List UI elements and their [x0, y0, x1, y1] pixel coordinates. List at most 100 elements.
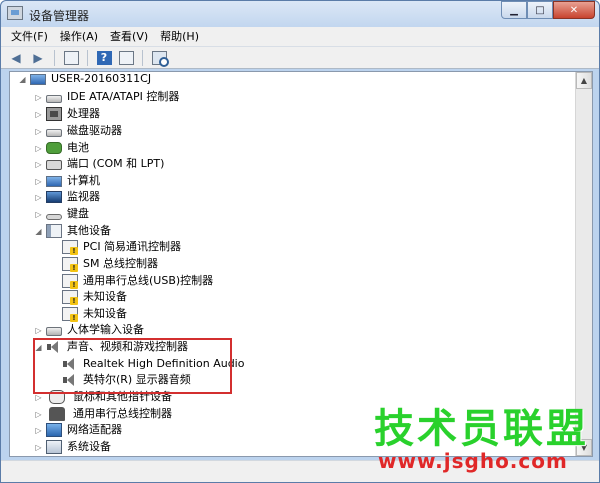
tree-node-ports[interactable]: ▷ 端口 (COM 和 LPT) — [34, 156, 164, 172]
help-button[interactable]: ? — [95, 50, 113, 66]
expander-collapsed-icon[interactable]: ▷ — [34, 326, 43, 335]
ide-controller-icon — [46, 95, 62, 103]
window-title: 设备管理器 — [29, 9, 90, 23]
tree-root-label: USER-20160311CJ — [51, 72, 152, 85]
warning-device-icon — [62, 257, 78, 272]
toolbar-separator — [54, 49, 55, 66]
watermark-title: 技术员联盟 — [374, 406, 589, 452]
tree-node-label: 网络适配器 — [67, 423, 122, 436]
toolbar: ◀ ▶ ? — [1, 47, 599, 69]
expander-collapsed-icon[interactable]: ▷ — [34, 110, 43, 119]
expander-collapsed-icon[interactable]: ▷ — [34, 193, 43, 202]
tree-node-label: IDE ATA/ATAPI 控制器 — [67, 90, 180, 103]
watermark-url: www.jsgho.com — [378, 449, 568, 473]
system-devices-icon — [46, 440, 62, 454]
console-tree-icon — [63, 50, 79, 65]
maximize-button[interactable]: □ — [527, 1, 553, 19]
expander-collapsed-icon[interactable]: ▷ — [34, 393, 43, 402]
properties-button[interactable] — [117, 50, 135, 66]
expander-collapsed-icon[interactable]: ▷ — [34, 160, 43, 169]
menu-view[interactable]: 查看(V) — [104, 27, 154, 47]
vertical-scrollbar[interactable]: ▲ ▼ — [575, 72, 592, 456]
tree-node-label: 磁盘驱动器 — [67, 124, 122, 137]
tree-node-unknown-2[interactable]: 未知设备 — [62, 306, 127, 322]
menu-file[interactable]: 文件(F) — [5, 27, 54, 47]
tree-node-other-devices[interactable]: ◢ 其他设备 — [34, 223, 111, 239]
close-button[interactable]: ✕ — [553, 1, 595, 19]
toolbar-separator — [142, 49, 143, 66]
warning-device-icon — [62, 307, 78, 322]
usb-icon — [49, 407, 65, 421]
tree-node-battery[interactable]: ▷ 电池 — [34, 140, 89, 156]
tree-node-monitor[interactable]: ▷ 监视器 — [34, 189, 100, 205]
tree-node-usb[interactable]: ▷ 通用串行总线控制器 — [34, 406, 172, 422]
expander-collapsed-icon[interactable]: ▷ — [34, 144, 43, 153]
port-icon — [46, 160, 62, 170]
tree-node-label: 监视器 — [67, 190, 100, 203]
tree-node-computer[interactable]: ▷ 计算机 — [34, 173, 100, 189]
hid-icon — [46, 327, 62, 336]
computer-icon — [30, 74, 46, 85]
expander-collapsed-icon[interactable]: ▷ — [34, 93, 43, 102]
tree-node-unknown-1[interactable]: 未知设备 — [62, 289, 127, 305]
computer-icon — [46, 176, 62, 187]
tree-node-sm-bus[interactable]: SM 总线控制器 — [62, 256, 158, 272]
menu-bar: 文件(F) 操作(A) 查看(V) 帮助(H) — [1, 27, 599, 47]
tree-node-network[interactable]: ▷ 网络适配器 — [34, 422, 122, 438]
expander-expanded-icon[interactable]: ◢ — [18, 75, 27, 84]
expander-collapsed-icon[interactable]: ▷ — [34, 426, 43, 435]
warning-device-icon — [62, 290, 78, 305]
menu-help[interactable]: 帮助(H) — [154, 27, 205, 47]
tree-root[interactable]: ◢ USER-20160311CJ — [18, 71, 151, 87]
keyboard-icon — [46, 213, 62, 220]
toolbar-separator — [87, 49, 88, 66]
tree-node-usb-controller[interactable]: 通用串行总线(USB)控制器 — [62, 273, 213, 289]
tree-node-label: 端口 (COM 和 LPT) — [67, 157, 165, 170]
disk-drive-icon — [46, 129, 62, 137]
device-tree[interactable]: ▲ ▼ ◢ USER-20160311CJ ▷ IDE ATA/ATAPI 控制… — [9, 71, 593, 457]
tree-node-label: PCI 简易通讯控制器 — [83, 240, 182, 253]
minimize-button[interactable]: ▁ — [501, 1, 527, 19]
title-bar: 设备管理器 ▁ □ ✕ — [1, 1, 599, 27]
tree-node-label: 处理器 — [67, 107, 100, 120]
forward-arrow-icon[interactable]: ▶ — [29, 50, 47, 66]
network-adapter-icon — [46, 423, 62, 437]
tree-node-label: 键盘 — [67, 207, 89, 220]
menu-action[interactable]: 操作(A) — [54, 27, 104, 47]
tree-node-label: 未知设备 — [83, 290, 127, 303]
tree-node-ide[interactable]: ▷ IDE ATA/ATAPI 控制器 — [34, 89, 179, 105]
highlight-box — [33, 338, 232, 394]
tree-node-label: SM 总线控制器 — [83, 257, 158, 270]
scan-hardware-button[interactable] — [150, 50, 169, 67]
tree-node-label: 其他设备 — [67, 224, 111, 237]
expander-expanded-icon[interactable]: ◢ — [34, 227, 43, 236]
tree-node-pci[interactable]: PCI 简易通讯控制器 — [62, 239, 181, 255]
watermark: 技术员联盟 www.jsgho.com — [374, 409, 599, 479]
tree-node-keyboard[interactable]: ▷ 键盘 — [34, 206, 89, 222]
expander-collapsed-icon[interactable]: ▷ — [34, 410, 43, 419]
device-manager-window: 设备管理器 ▁ □ ✕ 文件(F) 操作(A) 查看(V) 帮助(H) ◀ ▶ … — [0, 0, 600, 483]
tree-node-label: 电池 — [67, 141, 89, 154]
tree-node-disk[interactable]: ▷ 磁盘驱动器 — [34, 123, 122, 139]
tree-node-label: 人体学输入设备 — [67, 323, 144, 336]
expander-collapsed-icon[interactable]: ▷ — [34, 127, 43, 136]
tree-node-label: 未知设备 — [83, 307, 127, 320]
tree-node-processor[interactable]: ▷ 处理器 — [34, 106, 100, 122]
back-arrow-icon[interactable]: ◀ — [7, 50, 25, 66]
monitor-icon — [46, 191, 62, 203]
tree-node-label: 通用串行总线(USB)控制器 — [83, 274, 214, 287]
help-icon: ? — [96, 50, 112, 65]
processor-icon — [46, 107, 62, 121]
tree-node-hid[interactable]: ▷ 人体学输入设备 — [34, 322, 144, 338]
tree-node-system[interactable]: ▷ 系统设备 — [34, 439, 111, 455]
scroll-up-button[interactable]: ▲ — [576, 72, 592, 89]
window-controls: ▁ □ ✕ — [501, 1, 595, 20]
expander-collapsed-icon[interactable]: ▷ — [34, 177, 43, 186]
tree-node-label: 通用串行总线控制器 — [73, 407, 172, 420]
console-tree-button[interactable] — [62, 50, 80, 66]
tree-node-label: 计算机 — [67, 174, 100, 187]
expander-collapsed-icon[interactable]: ▷ — [34, 210, 43, 219]
expander-collapsed-icon[interactable]: ▷ — [34, 443, 43, 452]
properties-icon — [118, 50, 134, 65]
battery-icon — [46, 142, 62, 154]
